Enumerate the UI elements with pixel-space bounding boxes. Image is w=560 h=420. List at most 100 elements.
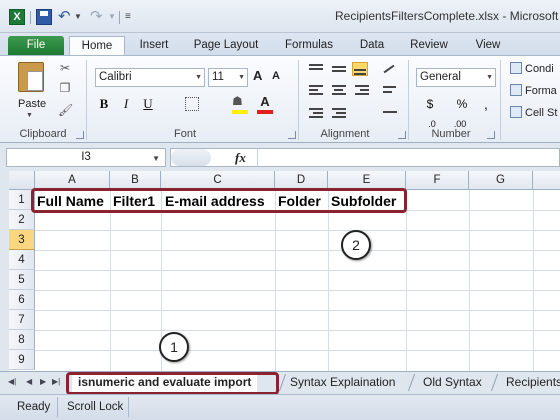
- gridline: [533, 190, 534, 371]
- number-format-select[interactable]: General ▼: [416, 68, 496, 87]
- redo-dropdown-icon[interactable]: ▼: [108, 9, 124, 25]
- number-launcher-icon[interactable]: [487, 131, 495, 139]
- orientation-icon[interactable]: [382, 62, 398, 76]
- font-name-select[interactable]: Calibri ▼: [95, 68, 205, 87]
- group-divider: [408, 60, 409, 140]
- format-as-table-label: Forma: [525, 85, 557, 97]
- tab-file[interactable]: File: [8, 36, 64, 55]
- cut-icon[interactable]: ✂: [58, 62, 72, 75]
- font-color-button[interactable]: A: [257, 94, 273, 114]
- last-sheet-icon[interactable]: ▶|: [52, 377, 60, 386]
- previous-sheet-icon[interactable]: ◀: [26, 377, 32, 386]
- tab-page-layout[interactable]: Page Layout: [186, 36, 266, 55]
- font-size-select[interactable]: 11 ▼: [208, 68, 248, 87]
- italic-button[interactable]: I: [118, 94, 134, 114]
- percent-button[interactable]: %: [454, 94, 470, 114]
- align-left-icon[interactable]: [308, 84, 324, 98]
- format-painter-icon[interactable]: 🖌: [58, 104, 73, 117]
- copy-icon[interactable]: ❐: [58, 82, 72, 95]
- undo-icon[interactable]: ↶: [58, 9, 74, 25]
- row-header-8[interactable]: 8: [9, 330, 35, 350]
- gridline: [469, 190, 470, 371]
- callout-2: 2: [341, 230, 371, 260]
- paste-button-label[interactable]: Paste: [18, 98, 46, 110]
- number-group-label: Number: [431, 128, 471, 140]
- alignment-launcher-icon[interactable]: [398, 131, 406, 139]
- grow-font-button[interactable]: A: [253, 68, 262, 83]
- title-bar: X ↶ ▼ ↷ ▼ ≡ RecipientsFiltersComplete.xl…: [0, 0, 560, 33]
- callout-1: 1: [159, 332, 189, 362]
- underline-button[interactable]: U: [140, 94, 156, 114]
- row-header-3[interactable]: 3: [9, 230, 35, 250]
- excel-app-icon[interactable]: X: [9, 9, 25, 25]
- redo-icon[interactable]: ↷: [90, 9, 106, 25]
- tab-view[interactable]: View: [468, 36, 508, 55]
- formula-input[interactable]: [257, 149, 559, 166]
- gridline: [35, 270, 560, 271]
- row-header-5[interactable]: 5: [9, 270, 35, 290]
- tab-data[interactable]: Data: [352, 36, 392, 55]
- align-right-icon[interactable]: [354, 84, 370, 98]
- tab-home[interactable]: Home: [69, 36, 125, 55]
- currency-button[interactable]: $: [420, 94, 440, 114]
- column-header-h-partial[interactable]: [533, 171, 560, 190]
- font-size-value: 11: [212, 71, 224, 83]
- select-all-button[interactable]: [9, 171, 35, 190]
- formula-area: fx: [170, 148, 560, 167]
- font-launcher-icon[interactable]: [288, 131, 296, 139]
- status-bar: Ready Scroll Lock: [0, 394, 560, 420]
- customize-toolbar-icon[interactable]: ≡: [125, 9, 141, 25]
- increase-indent-icon[interactable]: [331, 106, 347, 120]
- row-header-4[interactable]: 4: [9, 250, 35, 270]
- align-top-icon[interactable]: [308, 62, 324, 76]
- next-sheet-icon[interactable]: ▶: [40, 377, 46, 386]
- clipboard-group-label: Clipboard: [19, 128, 67, 140]
- tab-formulas[interactable]: Formulas: [280, 36, 338, 55]
- paste-dropdown-icon[interactable]: ▼: [26, 112, 33, 119]
- comma-style-button[interactable]: ,: [478, 94, 494, 114]
- conditional-formatting-button[interactable]: Condi: [510, 62, 554, 75]
- gridline: [35, 350, 560, 351]
- save-icon[interactable]: [36, 9, 52, 25]
- insert-function-icon[interactable]: fx: [235, 150, 246, 166]
- window-title: RecipientsFiltersComplete.xlsx - Microso…: [335, 9, 559, 23]
- row-header-6[interactable]: 6: [9, 290, 35, 310]
- align-bottom-icon[interactable]: [352, 62, 368, 76]
- align-middle-icon[interactable]: [331, 62, 347, 76]
- group-divider: [86, 60, 87, 140]
- format-as-table-button[interactable]: Forma: [510, 84, 557, 97]
- gridline: [35, 230, 560, 231]
- cell-styles-button[interactable]: Cell St: [510, 106, 557, 119]
- first-sheet-icon[interactable]: ◀|: [8, 377, 16, 386]
- undo-dropdown-icon[interactable]: ▼: [74, 9, 90, 25]
- status-divider: [57, 397, 58, 417]
- formula-bar-resize-handle[interactable]: [171, 149, 211, 166]
- font-name-value: Calibri: [99, 71, 132, 83]
- merge-center-icon[interactable]: [382, 106, 398, 120]
- borders-icon[interactable]: [185, 97, 199, 111]
- ribbon-tab-bar: File Home Insert Page Layout Formulas Da…: [0, 33, 560, 55]
- tab-insert[interactable]: Insert: [131, 36, 177, 55]
- alignment-group-label: Alignment: [320, 128, 370, 140]
- row-header-2[interactable]: 2: [9, 210, 35, 230]
- shrink-font-button[interactable]: A: [272, 70, 280, 82]
- wrap-text-icon[interactable]: [382, 84, 398, 98]
- fill-color-icon[interactable]: ☗: [232, 94, 248, 114]
- align-center-icon[interactable]: [331, 84, 347, 98]
- column-header-f[interactable]: F: [406, 171, 469, 190]
- decrease-indent-icon[interactable]: [308, 106, 324, 120]
- bold-button[interactable]: B: [96, 94, 112, 114]
- row-header-9[interactable]: 9: [9, 350, 35, 370]
- paste-icon[interactable]: [18, 62, 44, 92]
- tab-review[interactable]: Review: [404, 36, 454, 55]
- sheet-tab-recipients[interactable]: Recipients: [506, 372, 560, 393]
- column-header-g[interactable]: G: [469, 171, 533, 190]
- sheet-tab-old-syntax[interactable]: Old Syntax: [423, 372, 482, 393]
- grid-left-margin: [0, 171, 9, 371]
- chevron-down-icon: ▼: [486, 74, 493, 81]
- name-box[interactable]: I3 ▼: [6, 148, 166, 167]
- sheet-tab-syntax-explaination[interactable]: Syntax Explaination: [290, 372, 395, 393]
- clipboard-launcher-icon[interactable]: [76, 131, 84, 139]
- worksheet-grid[interactable]: A B C D E F G 1 2 3 4 5 6 7 8 9 Full Nam…: [0, 171, 560, 371]
- row-header-7[interactable]: 7: [9, 310, 35, 330]
